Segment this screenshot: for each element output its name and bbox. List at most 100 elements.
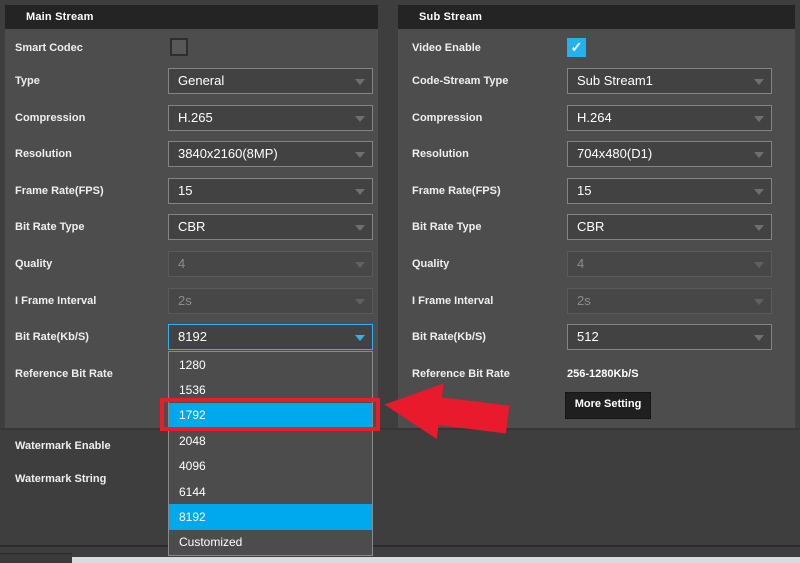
sub-resolution-row: Resolution 704x480(D1) [398,141,795,167]
sub-quality-row: Quality 4 [398,251,795,277]
video-enable-row: Video Enable ✓ [398,35,795,61]
sub-i-frame-interval-select: 2s [567,288,772,314]
bottom-page-edge [72,557,800,563]
bit-rate-type-label: Bit Rate Type [15,221,84,233]
chevron-down-icon [754,189,764,195]
chevron-down-icon [355,335,365,341]
chevron-down-icon [355,152,365,158]
type-value: General [178,73,224,88]
resolution-label: Resolution [15,148,72,160]
sub-bit-rate-select[interactable]: 512 [567,324,772,350]
bit-rate-dropdown-list: 1280 1536 1792 2048 4096 6144 8192 Custo… [168,351,373,556]
type-label: Type [15,75,40,87]
bit-rate-value: 8192 [178,329,207,344]
sub-i-frame-interval-row: I Frame Interval 2s [398,288,795,314]
sub-resolution-label: Resolution [412,148,469,160]
sub-frame-rate-row: Frame Rate(FPS) 15 [398,178,795,204]
bit-rate-type-value: CBR [178,219,205,234]
sub-stream-panel: Sub Stream Video Enable ✓ Code-Stream Ty… [398,5,795,429]
i-frame-interval-select: 2s [168,288,373,314]
code-stream-type-label: Code-Stream Type [412,75,508,87]
quality-label: Quality [15,258,52,270]
bit-rate-row: Bit Rate(Kb/S) 8192 [5,324,378,350]
sub-frame-rate-select[interactable]: 15 [567,178,772,204]
frame-rate-label: Frame Rate(FPS) [15,185,104,197]
chevron-down-icon [754,299,764,305]
compression-row: Compression H.265 [5,105,378,131]
chevron-down-icon [355,225,365,231]
i-frame-interval-row: I Frame Interval 2s [5,288,378,314]
chevron-down-icon [355,116,365,122]
chevron-down-icon [355,262,365,268]
chevron-down-icon [355,79,365,85]
sub-compression-row: Compression H.264 [398,105,795,131]
reference-bit-rate-label: Reference Bit Rate [15,368,113,380]
bit-rate-type-row: Bit Rate Type CBR [5,214,378,240]
compression-value: H.265 [178,110,213,125]
dropdown-option-6144[interactable]: 6144 [169,479,372,504]
bottom-divider [0,545,800,547]
code-stream-type-select[interactable]: Sub Stream1 [567,68,772,94]
smart-codec-checkbox[interactable] [170,38,188,56]
bit-rate-type-select[interactable]: CBR [168,214,373,240]
encode-settings-page: Main Stream Smart Codec Type General Com… [0,0,800,563]
i-frame-interval-label: I Frame Interval [15,295,96,307]
dropdown-option-8192[interactable]: 8192 [169,504,372,529]
sub-bit-rate-row: Bit Rate(Kb/S) 512 [398,324,795,350]
dropdown-option-2048[interactable]: 2048 [169,428,372,453]
sub-frame-rate-value: 15 [577,183,591,198]
video-enable-label: Video Enable [412,42,481,54]
i-frame-interval-value: 2s [178,293,192,308]
video-enable-checkbox[interactable]: ✓ [567,38,586,57]
frame-rate-row: Frame Rate(FPS) 15 [5,178,378,204]
resolution-value: 3840x2160(8MP) [178,146,278,161]
smart-codec-label: Smart Codec [15,42,83,54]
compression-select[interactable]: H.265 [168,105,373,131]
more-setting-button[interactable]: More Setting [565,392,651,419]
sub-frame-rate-label: Frame Rate(FPS) [412,185,501,197]
sub-compression-label: Compression [412,112,482,124]
watermark-enable-label: Watermark Enable [15,440,111,452]
sub-compression-select[interactable]: H.264 [567,105,772,131]
sub-bit-rate-type-select[interactable]: CBR [567,214,772,240]
chevron-down-icon [355,189,365,195]
bit-rate-label: Bit Rate(Kb/S) [15,331,89,343]
sub-i-frame-interval-label: I Frame Interval [412,295,493,307]
red-arrow-icon [378,371,513,454]
compression-label: Compression [15,112,85,124]
watermark-string-label: Watermark String [15,473,106,485]
top-background-strip [0,0,800,5]
frame-rate-select[interactable]: 15 [168,178,373,204]
quality-row: Quality 4 [5,251,378,277]
resolution-row: Resolution 3840x2160(8MP) [5,141,378,167]
dropdown-option-1280[interactable]: 1280 [169,352,372,377]
bottom-left-element [0,553,72,563]
chevron-down-icon [754,152,764,158]
code-stream-type-row: Code-Stream Type Sub Stream1 [398,68,795,94]
chevron-down-icon [754,262,764,268]
sub-i-frame-interval-value: 2s [577,293,591,308]
type-select[interactable]: General [168,68,373,94]
chevron-down-icon [754,79,764,85]
frame-rate-value: 15 [178,183,192,198]
sub-bit-rate-type-label: Bit Rate Type [412,221,481,233]
bit-rate-select[interactable]: 8192 [168,324,373,350]
quality-select: 4 [168,251,373,277]
smart-codec-row: Smart Codec [5,35,378,61]
quality-value: 4 [178,256,185,271]
sub-quality-value: 4 [577,256,584,271]
panel-gap [378,5,398,428]
sub-reference-bit-rate-value: 256-1280Kb/S [567,368,639,380]
sub-resolution-select[interactable]: 704x480(D1) [567,141,772,167]
sub-bit-rate-type-row: Bit Rate Type CBR [398,214,795,240]
sub-quality-label: Quality [412,258,449,270]
sub-bit-rate-value: 512 [577,329,599,344]
resolution-select[interactable]: 3840x2160(8MP) [168,141,373,167]
dropdown-option-4096[interactable]: 4096 [169,454,372,479]
dropdown-option-customized[interactable]: Customized [169,530,372,555]
chevron-down-icon [355,299,365,305]
sub-bit-rate-type-value: CBR [577,219,604,234]
sub-stream-title: Sub Stream [398,5,795,29]
code-stream-type-value: Sub Stream1 [577,73,653,88]
sub-bit-rate-label: Bit Rate(Kb/S) [412,331,486,343]
